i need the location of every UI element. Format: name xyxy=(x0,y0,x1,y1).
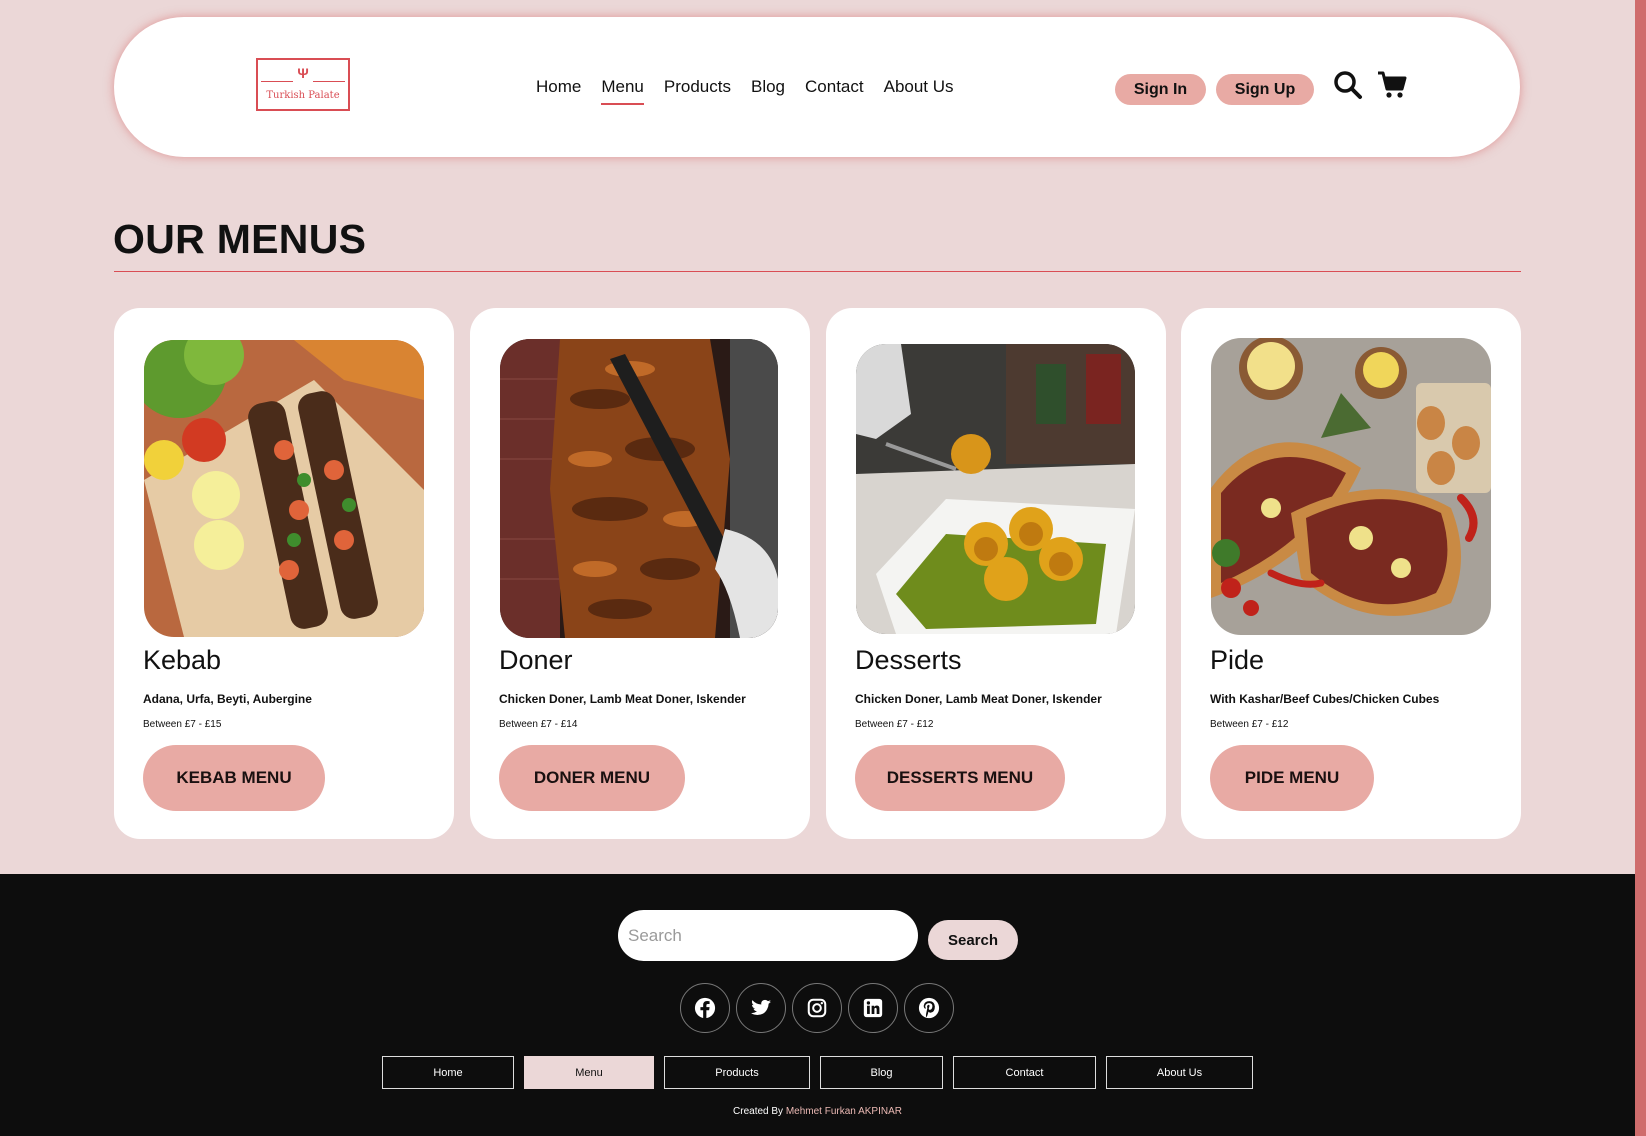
card-description: Chicken Doner, Lamb Meat Doner, Iskender xyxy=(499,692,746,706)
site-footer: Search Home Menu Products Blog Contact A… xyxy=(0,874,1635,1136)
desserts-photo xyxy=(856,344,1135,634)
card-description: Chicken Doner, Lamb Meat Doner, Iskender xyxy=(855,692,1102,706)
card-title: Doner xyxy=(499,645,573,675)
search-icon[interactable] xyxy=(1333,70,1363,100)
pide-menu-button[interactable]: PIDE MENU xyxy=(1210,745,1374,811)
cart-icon[interactable] xyxy=(1377,70,1407,100)
page-title: OUR MENUS xyxy=(113,216,367,262)
title-divider xyxy=(114,271,1521,272)
pinterest-icon[interactable] xyxy=(904,983,954,1033)
instagram-icon[interactable] xyxy=(792,983,842,1033)
footer-nav-blog[interactable]: Blog xyxy=(820,1056,943,1089)
card-description: Adana, Urfa, Beyti, Aubergine xyxy=(143,692,312,706)
credit-author[interactable]: Mehmet Furkan AKPINAR xyxy=(786,1106,902,1117)
nav-menu[interactable]: Menu xyxy=(601,77,644,105)
card-price: Between £7 - £12 xyxy=(1210,719,1289,730)
footer-nav-contact[interactable]: Contact xyxy=(953,1056,1096,1089)
logo[interactable]: Ψ Turkish Palate xyxy=(256,58,350,111)
menu-card-doner: Doner Chicken Doner, Lamb Meat Doner, Is… xyxy=(470,308,810,839)
card-price: Between £7 - £15 xyxy=(143,719,222,730)
utensils-icon: Ψ xyxy=(297,65,309,81)
card-price: Between £7 - £14 xyxy=(499,719,578,730)
logo-line-left xyxy=(261,81,293,82)
menu-card-kebab: Kebab Adana, Urfa, Beyti, Aubergine Betw… xyxy=(114,308,454,839)
nav-blog[interactable]: Blog xyxy=(751,77,785,105)
menu-card-desserts: Desserts Chicken Doner, Lamb Meat Doner,… xyxy=(826,308,1166,839)
footer-nav-products[interactable]: Products xyxy=(664,1056,810,1089)
nav-home[interactable]: Home xyxy=(536,77,581,105)
footer-nav-about-us[interactable]: About Us xyxy=(1106,1056,1253,1089)
doner-menu-button[interactable]: DONER MENU xyxy=(499,745,685,811)
twitter-icon[interactable] xyxy=(736,983,786,1033)
scrollbar[interactable] xyxy=(1635,0,1646,1136)
doner-photo xyxy=(500,339,778,638)
desserts-menu-button[interactable]: DESSERTS MENU xyxy=(855,745,1065,811)
nav-contact[interactable]: Contact xyxy=(805,77,864,105)
site-header: Ψ Turkish Palate Home Menu Products Blog… xyxy=(114,17,1520,157)
nav-about-us[interactable]: About Us xyxy=(884,77,954,105)
card-price: Between £7 - £12 xyxy=(855,719,934,730)
sign-in-button[interactable]: Sign In xyxy=(1115,74,1206,105)
kebab-photo xyxy=(144,340,424,637)
menu-card-pide: Pide With Kashar/Beef Cubes/Chicken Cube… xyxy=(1181,308,1521,839)
footer-credit: Created By Mehmet Furkan AKPINAR xyxy=(0,1106,1635,1117)
pide-photo xyxy=(1211,338,1491,635)
logo-line-right xyxy=(313,81,345,82)
footer-search-button[interactable]: Search xyxy=(928,920,1018,960)
card-title: Desserts xyxy=(855,645,962,675)
nav-products[interactable]: Products xyxy=(664,77,731,105)
credit-prefix: Created By xyxy=(733,1106,784,1117)
linkedin-icon[interactable] xyxy=(848,983,898,1033)
main-nav: Home Menu Products Blog Contact About Us xyxy=(536,77,954,105)
card-description: With Kashar/Beef Cubes/Chicken Cubes xyxy=(1210,692,1440,706)
footer-search-input[interactable] xyxy=(618,910,918,961)
logo-text: Turkish Palate xyxy=(266,90,340,101)
footer-nav-home[interactable]: Home xyxy=(382,1056,514,1089)
footer-nav-menu[interactable]: Menu xyxy=(524,1056,654,1089)
card-title: Pide xyxy=(1210,645,1265,675)
kebab-menu-button[interactable]: KEBAB MENU xyxy=(143,745,325,811)
sign-up-button[interactable]: Sign Up xyxy=(1216,74,1314,105)
facebook-icon[interactable] xyxy=(680,983,730,1033)
social-links xyxy=(680,983,954,1033)
card-title: Kebab xyxy=(143,645,222,675)
